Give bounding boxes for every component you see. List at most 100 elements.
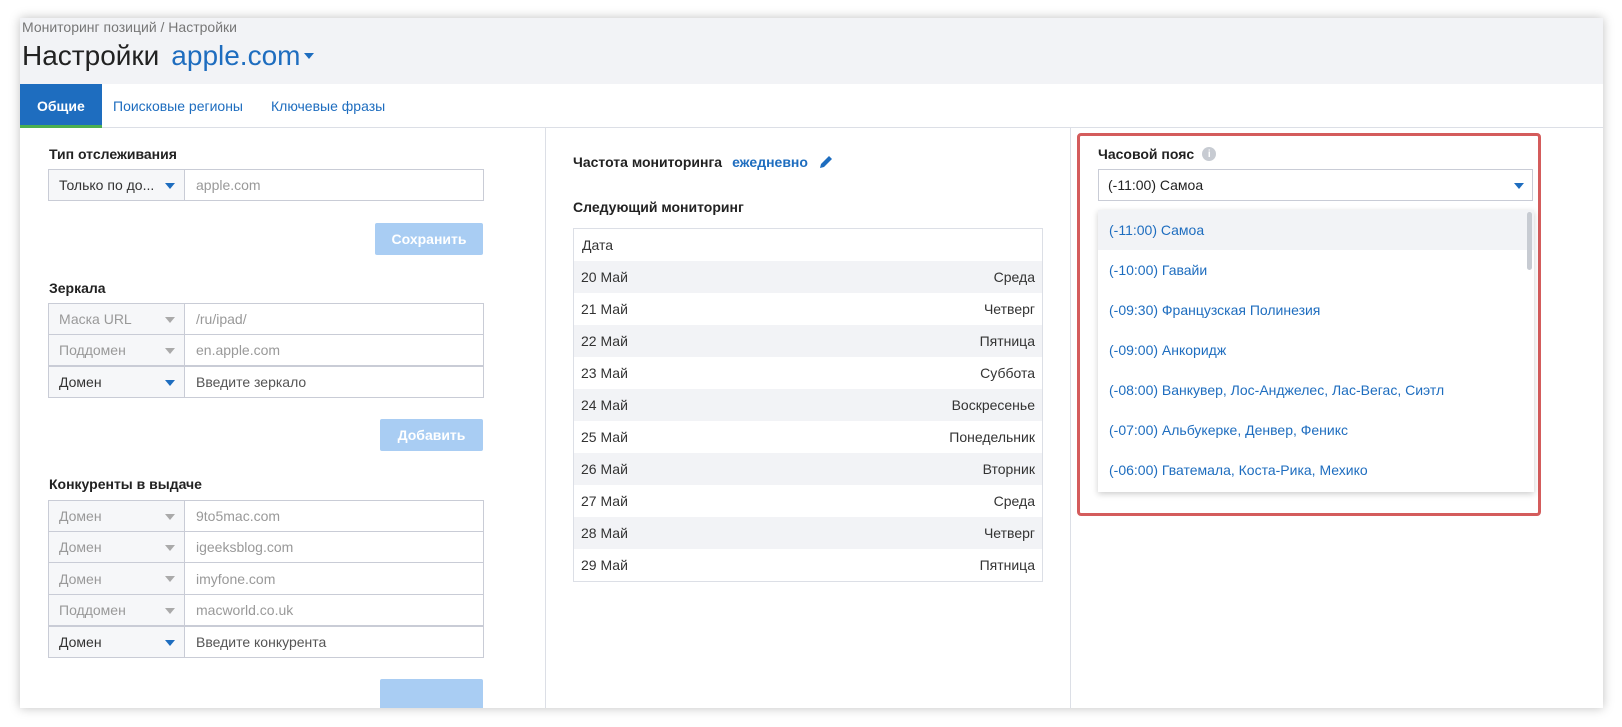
timezone-label-row: Часовой пояс i [1098,146,1217,162]
timezone-option[interactable]: (-11:00) Самоа [1098,210,1534,250]
tab-general[interactable]: Общие [20,84,102,128]
row-day: Суббота [980,365,1035,381]
mirror-input[interactable]: /ru/ipad/ [185,304,483,334]
add-mirror-button[interactable]: Добавить [380,419,483,451]
info-icon[interactable]: i [1202,147,1217,161]
competitor-input[interactable]: macworld.co.uk [185,595,483,625]
table-row: 20 Май Среда [574,261,1042,293]
scrollbar[interactable] [1527,212,1532,270]
chevron-down-icon [165,576,175,582]
app-window: Мониторинг позиций / Настройки Настройки… [20,18,1603,708]
row-day: Четверг [983,301,1035,317]
row-date: 22 Май [581,333,628,349]
competitor-input[interactable]: igeeksblog.com [185,532,483,562]
table-row: 25 Май Понедельник [574,421,1042,453]
chevron-down-icon [165,183,175,189]
mirror-new-input[interactable]: Введите зеркало [185,367,483,397]
competitor-type-select[interactable]: Домен [49,563,185,594]
next-monitoring-label: Следующий мониторинг [573,199,744,215]
competitor-row: Поддомен macworld.co.uk [48,595,484,626]
chevron-down-icon [165,317,175,323]
competitor-type-value: Поддомен [59,602,126,618]
timezone-option[interactable]: (-06:00) Гватемала, Коста-Рика, Мехико [1098,450,1534,490]
competitor-type-value: Домен [59,539,102,555]
row-day: Пятница [979,333,1035,349]
mirror-type-select[interactable]: Поддомен [49,335,185,365]
timezone-option[interactable]: (-08:00) Ванкувер, Лос-Анджелес, Лас-Вег… [1098,370,1534,410]
mirror-type-value: Маска URL [59,311,132,327]
chevron-down-icon [165,545,175,551]
page-header: Мониторинг позиций / Настройки Настройки… [20,18,1603,84]
competitor-input[interactable]: imyfone.com [185,563,483,594]
mirror-type-select[interactable]: Домен [49,367,185,397]
timezone-option[interactable]: (-09:00) Анкоридж [1098,330,1534,370]
column-divider [545,128,546,708]
tracking-type-value: Только по до... [59,177,155,193]
timezone-select[interactable]: (-11:00) Самоа [1098,169,1533,201]
timezone-option[interactable]: (-07:00) Альбукерке, Денвер, Феникс [1098,410,1534,450]
row-date: 26 Май [581,461,628,477]
row-date: 28 Май [581,525,628,541]
tracking-type-label: Тип отслеживания [49,146,177,162]
competitor-type-select[interactable]: Домен [49,627,185,657]
row-day: Вторник [982,461,1035,477]
competitor-type-select[interactable]: Домен [49,532,185,562]
competitor-type-select[interactable]: Домен [49,501,185,531]
row-date: 25 Май [581,429,628,445]
table-row: 29 Май Пятница [574,549,1042,581]
mirror-type-value: Поддомен [59,342,126,358]
pencil-icon[interactable] [818,154,834,170]
column-divider [1070,128,1071,708]
chevron-down-icon [165,348,175,354]
mirrors-label: Зеркала [49,280,106,296]
tracking-domain-input[interactable]: apple.com [185,170,483,200]
table-row: 28 Май Четверг [574,517,1042,549]
breadcrumb[interactable]: Мониторинг позиций / Настройки [22,19,237,35]
timezone-label: Часовой пояс [1098,146,1195,162]
save-button[interactable]: Сохранить [375,223,483,255]
tab-search-regions[interactable]: Поисковые регионы [96,84,260,128]
page-title: Настройки [22,40,160,71]
chevron-down-icon [1514,183,1524,189]
table-row: 24 Май Воскресенье [574,389,1042,421]
competitor-row: Домен 9to5mac.com [48,500,484,532]
frequency-row: Частота мониторинга ежедневно [573,154,834,170]
timezone-selected-value: (-11:00) Самоа [1108,177,1204,193]
chevron-down-icon [165,514,175,520]
add-competitor-button[interactable] [380,679,483,708]
chevron-down-icon [165,608,175,614]
domain-label: apple.com [171,40,301,71]
timezone-dropdown-list[interactable]: (-11:00) Самоа (-10:00) Гавайи (-09:30) … [1098,210,1534,492]
chevron-down-icon [165,640,175,646]
mirror-type-select[interactable]: Маска URL [49,304,185,334]
table-row: 26 Май Вторник [574,453,1042,485]
competitor-input[interactable]: 9to5mac.com [185,501,483,531]
row-date: 24 Май [581,397,628,413]
frequency-value[interactable]: ежедневно [732,154,808,170]
competitor-type-select[interactable]: Поддомен [49,595,185,625]
mirror-input[interactable]: en.apple.com [185,335,483,365]
row-day: Среда [993,493,1035,509]
tracking-row: Только по до... apple.com [48,169,484,201]
competitor-type-value: Домен [59,634,102,650]
competitor-row: Домен igeeksblog.com [48,532,484,563]
table-row: 23 Май Суббота [574,357,1042,389]
monitoring-table: Дата 20 Май Среда 21 Май Четверг 22 Май Пят… [573,228,1043,582]
row-day: Пятница [979,557,1035,573]
mirror-row: Поддомен en.apple.com [48,335,484,366]
timezone-option[interactable]: (-10:00) Гавайи [1098,250,1534,290]
competitor-new-input[interactable]: Введите конкурента [185,627,483,657]
domain-dropdown[interactable]: apple.com [171,40,315,72]
row-day: Среда [993,269,1035,285]
competitor-row: Домен imyfone.com [48,563,484,595]
row-date: 29 Май [581,557,628,573]
table-row: 22 Май Пятница [574,325,1042,357]
competitor-type-value: Домен [59,508,102,524]
timezone-option[interactable]: (-09:30) Французская Полинезия [1098,290,1534,330]
mirror-row: Маска URL /ru/ipad/ [48,303,484,335]
tab-keywords[interactable]: Ключевые фразы [254,84,402,128]
tracking-type-select[interactable]: Только по до... [49,170,185,200]
table-header: Дата [582,237,614,253]
competitor-row: Домен Введите конкурента [48,626,484,658]
chevron-down-icon [304,53,315,59]
